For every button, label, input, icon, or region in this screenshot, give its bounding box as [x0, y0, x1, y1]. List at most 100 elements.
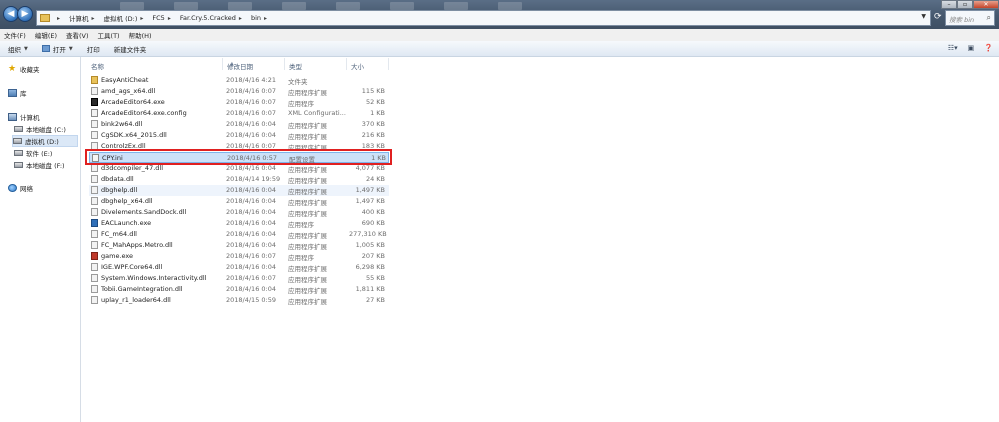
open-button[interactable]: 打开 ▼ — [41, 44, 73, 54]
drive-icon — [13, 138, 22, 144]
highlight-box — [85, 149, 392, 165]
file-date: 2018/4/16 0:04 — [226, 120, 276, 128]
file-date: 2018/4/16 0:04 — [226, 186, 276, 194]
file-size: 690 KB — [361, 219, 385, 227]
drive-icon — [14, 150, 23, 156]
file-type: 应用程序扩展 — [288, 243, 327, 251]
file-row[interactable]: uplay_r1_loader64.dll 2018/4/15 0:59 应用程序扩… — [89, 295, 389, 306]
file-type: 文件夹 — [288, 78, 308, 86]
exe-file-icon — [91, 98, 98, 106]
menu-file[interactable]: 文件(F) — [4, 30, 26, 40]
dll-file-icon — [91, 285, 98, 293]
search-icon: ⌕ — [986, 13, 991, 22]
breadcrumb-farcry[interactable]: Far.Cry.5.Cracked ▸ — [180, 14, 246, 22]
preview-pane-icon[interactable]: ▣ — [968, 44, 975, 52]
breadcrumb[interactable]: ▸ — [54, 15, 64, 22]
file-row[interactable]: game.exe 2018/4/16 0:07 应用程序 207 KB — [89, 251, 389, 262]
file-date: 2018/4/16 0:04 — [226, 263, 276, 271]
column-header-date[interactable]: 修改日期 — [227, 61, 253, 71]
chevron-right-icon: ▸ — [167, 14, 171, 22]
file-size: 1,811 KB — [355, 285, 385, 293]
forward-button[interactable]: ▶ — [17, 6, 33, 22]
print-button[interactable]: 打印 — [87, 44, 100, 54]
sidebar-item-computer[interactable]: 计算机 — [8, 112, 40, 122]
file-row[interactable]: FC_MahApps.Metro.dll 2018/4/16 0:04 应用程序扩展… — [89, 240, 389, 251]
file-row[interactable]: bink2w64.dll 2018/4/16 0:04 应用程序扩展 370 KB — [89, 119, 389, 130]
chevron-right-icon: ▸ — [140, 14, 144, 22]
sidebar-item-libraries[interactable]: 库 — [8, 88, 27, 98]
file-row[interactable]: ArcadeEditor64.exe.config 2018/4/16 0:07 X… — [89, 108, 389, 119]
file-row[interactable]: ArcadeEditor64.exe 2018/4/16 0:07 应用程序 52 K… — [89, 97, 389, 108]
file-type: 应用程序 — [288, 254, 314, 262]
file-size: 216 KB — [361, 131, 385, 139]
refresh-icon[interactable]: ⟳ — [934, 12, 944, 24]
menu-view[interactable]: 查看(V) — [66, 30, 89, 40]
file-row[interactable]: dbghelp_x64.dll 2018/4/16 0:04 应用程序扩展 1,497… — [89, 196, 389, 207]
file-name: IGE.WPF.Core64.dll — [101, 263, 163, 271]
search-input[interactable]: 搜索 bin ⌕ — [945, 10, 995, 26]
file-type: 应用程序扩展 — [288, 89, 327, 97]
file-size: 1 KB — [370, 109, 385, 117]
file-type: 应用程序扩展 — [288, 188, 327, 196]
help-icon[interactable]: ❓ — [984, 44, 993, 52]
file-name: Divelements.SandDock.dll — [101, 208, 187, 216]
file-row[interactable]: IGE.WPF.Core64.dll 2018/4/16 0:04 应用程序扩展 6,… — [89, 262, 389, 273]
sidebar-item-drive-e[interactable]: 软件 (E:) — [14, 148, 52, 158]
column-header-type[interactable]: 类型 — [289, 61, 302, 71]
window-controls: – ▫ ✕ — [941, 0, 999, 9]
dll-file-icon — [91, 208, 98, 216]
file-row[interactable]: EACLaunch.exe 2018/4/16 0:04 应用程序 690 KB — [89, 218, 389, 229]
menu-help[interactable]: 帮助(H) — [129, 30, 152, 40]
file-row[interactable]: Tobii.GameIntegration.dll 2018/4/16 0:04 应… — [89, 284, 389, 295]
file-type: 应用程序扩展 — [288, 133, 327, 141]
sidebar-item-favorites[interactable]: ★ 收藏夹 — [8, 64, 40, 74]
file-row[interactable]: CgSDK.x64_2015.dll 2018/4/16 0:04 应用程序扩展 21… — [89, 130, 389, 141]
file-row[interactable]: FC_m64.dll 2018/4/16 0:04 应用程序扩展 277,310 KB — [89, 229, 389, 240]
sidebar-item-drive-c[interactable]: 本地磁盘 (C:) — [14, 124, 66, 134]
file-row[interactable]: System.Windows.Interactivity.dll 2018/4/1… — [89, 273, 389, 284]
organize-button[interactable]: 组织 ▼ — [8, 44, 28, 54]
file-date: 2018/4/16 0:07 — [226, 87, 276, 95]
file-date: 2018/4/16 0:04 — [226, 131, 276, 139]
breadcrumb-fc5[interactable]: FC5 ▸ — [152, 14, 174, 22]
file-type: 应用程序扩展 — [288, 265, 327, 273]
file-row[interactable]: Divelements.SandDock.dll 2018/4/16 0:04 应用… — [89, 207, 389, 218]
file-date: 2018/4/16 0:07 — [226, 274, 276, 282]
file-name: dbdata.dll — [101, 175, 134, 183]
file-type: 应用程序扩展 — [288, 232, 327, 240]
sidebar-item-drive-d[interactable]: 虚拟机 (D:) — [12, 135, 78, 147]
file-row[interactable]: amd_ags_x64.dll 2018/4/16 0:07 应用程序扩展 115 K… — [89, 86, 389, 97]
sidebar-item-drive-f[interactable]: 本地磁盘 (F:) — [14, 160, 65, 170]
column-header-size[interactable]: 大小 — [351, 61, 364, 71]
dll-file-icon — [91, 175, 98, 183]
file-type: 应用程序扩展 — [288, 298, 327, 306]
minimize-button[interactable]: – — [941, 0, 957, 9]
column-header-name[interactable]: 名称 — [91, 61, 104, 71]
sidebar-item-network[interactable]: 网络 — [8, 183, 33, 193]
file-type: 应用程序 — [288, 221, 314, 229]
address-dropdown-icon[interactable]: ▼ — [921, 13, 926, 20]
file-row[interactable]: dbdata.dll 2018/4/14 19:59 应用程序扩展 24 KB — [89, 174, 389, 185]
file-name: amd_ags_x64.dll — [101, 87, 156, 95]
breadcrumb-bin[interactable]: bin ▸ — [251, 14, 271, 22]
file-name: dbghelp.dll — [101, 186, 138, 194]
file-type: XML Configurati... — [288, 109, 346, 117]
breadcrumb-computer[interactable]: 计算机 ▸ — [69, 13, 99, 24]
maximize-button[interactable]: ▫ — [957, 0, 973, 9]
file-row[interactable]: dbghelp.dll 2018/4/16 0:04 应用程序扩展 1,497 KB — [89, 185, 389, 196]
dll-file-icon — [91, 131, 98, 139]
address-bar[interactable]: ▸ 计算机 ▸ 虚拟机 (D:) ▸ FC5 ▸ Far.Cry.5.Cracked ▸… — [36, 10, 931, 26]
menu-edit[interactable]: 编辑(E) — [35, 30, 57, 40]
menu-tools[interactable]: 工具(T) — [98, 30, 120, 40]
file-type: 应用程序扩展 — [288, 210, 327, 218]
file-type: 应用程序扩展 — [288, 199, 327, 207]
breadcrumb-drive-d[interactable]: 虚拟机 (D:) ▸ — [104, 13, 148, 24]
file-row[interactable]: EasyAntiCheat 2018/4/16 4:21 文件夹 — [89, 75, 389, 86]
close-button[interactable]: ✕ — [973, 0, 999, 9]
library-icon — [8, 89, 17, 97]
view-options-icon[interactable]: ☷▾ — [948, 44, 958, 52]
new-folder-button[interactable]: 新建文件夹 — [114, 44, 147, 54]
file-date: 2018/4/16 0:04 — [226, 230, 276, 238]
dll-file-icon — [91, 274, 98, 282]
file-name: EACLaunch.exe — [101, 219, 152, 227]
